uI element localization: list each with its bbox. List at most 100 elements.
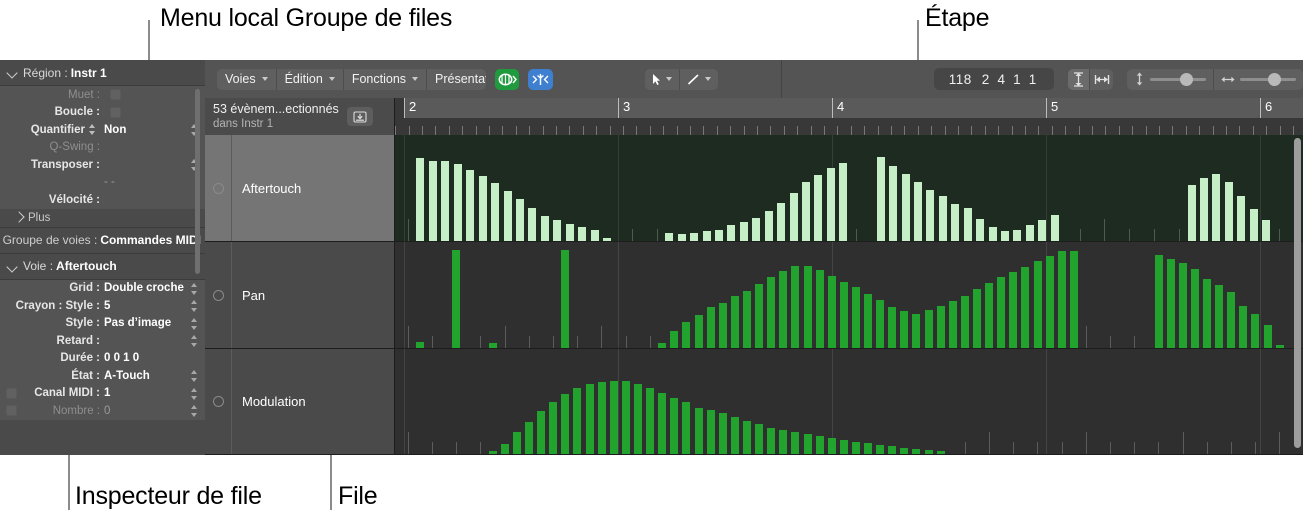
- inline-stepper-icon[interactable]: [88, 124, 97, 136]
- step-event[interactable]: [727, 224, 735, 241]
- step-event[interactable]: [925, 450, 933, 454]
- menu-fonctions[interactable]: Fonctions: [344, 68, 428, 90]
- step-event[interactable]: [997, 277, 1005, 348]
- lane-steps[interactable]: [395, 242, 1303, 349]
- inspector-row[interactable]: Muet :: [0, 86, 205, 104]
- step-event[interactable]: [489, 342, 497, 348]
- step-event[interactable]: [755, 284, 763, 348]
- row-value[interactable]: 0: [104, 405, 199, 417]
- step-event[interactable]: [949, 300, 957, 348]
- row-checkbox[interactable]: [6, 387, 17, 399]
- step-event[interactable]: [779, 271, 787, 348]
- row-value[interactable]: 1: [104, 387, 199, 399]
- step-event[interactable]: [1262, 219, 1270, 241]
- row-value[interactable]: Pas d’image: [104, 317, 199, 329]
- step-event[interactable]: [802, 182, 810, 241]
- lane-header[interactable]: Pan: [205, 242, 395, 349]
- step-event[interactable]: [939, 195, 947, 241]
- inspector-row[interactable]: - -: [0, 174, 205, 192]
- step-event[interactable]: [610, 381, 618, 454]
- row-stepper[interactable]: [190, 370, 199, 382]
- snap-button[interactable]: [528, 68, 553, 90]
- step-event[interactable]: [989, 226, 997, 241]
- more-parameters-toggle[interactable]: Plus: [0, 209, 205, 227]
- lane-handle-column[interactable]: [205, 349, 232, 454]
- step-event[interactable]: [937, 305, 945, 348]
- step-event[interactable]: [900, 448, 908, 454]
- step-event[interactable]: [765, 210, 773, 241]
- step-event[interactable]: [586, 384, 594, 454]
- step-event[interactable]: [703, 230, 711, 241]
- step-event[interactable]: [1058, 251, 1066, 348]
- step-event[interactable]: [665, 232, 673, 241]
- step-event[interactable]: [591, 229, 599, 241]
- step-event[interactable]: [1212, 174, 1220, 241]
- step-event[interactable]: [1264, 324, 1272, 348]
- step-event[interactable]: [852, 287, 860, 348]
- step-event[interactable]: [767, 428, 775, 454]
- step-event[interactable]: [804, 266, 812, 348]
- step-event[interactable]: [828, 276, 836, 348]
- step-event[interactable]: [416, 158, 424, 241]
- step-event[interactable]: [877, 157, 885, 241]
- step-event[interactable]: [791, 432, 799, 454]
- step-event[interactable]: [561, 250, 569, 348]
- step-event[interactable]: [598, 382, 606, 454]
- step-event[interactable]: [900, 310, 908, 348]
- step-event[interactable]: [889, 166, 897, 241]
- pointer-tool[interactable]: [645, 68, 680, 90]
- step-event[interactable]: [740, 221, 748, 241]
- step-event[interactable]: [566, 223, 574, 241]
- step-event[interactable]: [839, 163, 847, 241]
- inspector-row[interactable]: Canal MIDI :1: [0, 385, 205, 403]
- step-event[interactable]: [816, 436, 824, 454]
- step-event[interactable]: [731, 417, 739, 454]
- inspector-row[interactable]: Vélocité :: [0, 191, 205, 209]
- menu-présentation[interactable]: Présentation: [427, 69, 486, 90]
- step-event[interactable]: [682, 321, 690, 348]
- step-event[interactable]: [804, 434, 812, 454]
- step-event[interactable]: [541, 215, 549, 241]
- lane-pan[interactable]: Pan: [205, 242, 1303, 349]
- fit-vertical-button[interactable]: [1067, 68, 1091, 90]
- step-event[interactable]: [912, 449, 920, 454]
- inspector-row[interactable]: Transposer :: [0, 156, 205, 174]
- row-stepper[interactable]: [190, 405, 199, 417]
- bar-numbers[interactable]: 2 3 4 5 6: [395, 98, 1303, 118]
- step-event[interactable]: [578, 226, 586, 241]
- lane-header[interactable]: Aftertouch: [205, 135, 395, 242]
- step-event[interactable]: [622, 381, 630, 454]
- step-event[interactable]: [670, 398, 678, 454]
- step-event[interactable]: [951, 203, 959, 241]
- row-stepper[interactable]: [190, 335, 199, 347]
- row-checkbox[interactable]: [110, 89, 121, 100]
- inspector-row[interactable]: Quantifier Non: [0, 121, 205, 139]
- step-event[interactable]: [1237, 195, 1245, 241]
- step-event[interactable]: [452, 250, 460, 348]
- step-event[interactable]: [537, 411, 545, 454]
- step-event[interactable]: [1167, 259, 1175, 348]
- step-event[interactable]: [731, 295, 739, 348]
- step-event[interactable]: [690, 232, 698, 241]
- inspector-row[interactable]: Style : Pas d’image: [0, 315, 205, 333]
- step-event[interactable]: [501, 444, 509, 454]
- lane-steps[interactable]: [395, 349, 1303, 455]
- lane-record-dot-icon[interactable]: [212, 289, 224, 301]
- import-events-button[interactable]: [346, 107, 373, 126]
- zoom-horizontal-track[interactable]: [1239, 72, 1296, 86]
- row-stepper[interactable]: [190, 317, 199, 330]
- step-event[interactable]: [1188, 185, 1196, 241]
- zoom-horizontal-cell[interactable]: [1214, 69, 1303, 90]
- row-value[interactable]: A-Touch: [104, 370, 199, 382]
- step-event[interactable]: [682, 402, 690, 454]
- step-event[interactable]: [1155, 255, 1163, 348]
- step-event[interactable]: [777, 202, 785, 241]
- inspector-row[interactable]: Durée : 0 0 1 0: [0, 350, 205, 368]
- step-event[interactable]: [1051, 214, 1059, 241]
- step-event[interactable]: [670, 330, 678, 348]
- step-event[interactable]: [976, 218, 984, 241]
- flam-button[interactable]: [494, 68, 520, 90]
- step-event[interactable]: [603, 238, 611, 241]
- step-event[interactable]: [767, 277, 775, 348]
- step-event[interactable]: [1276, 345, 1284, 348]
